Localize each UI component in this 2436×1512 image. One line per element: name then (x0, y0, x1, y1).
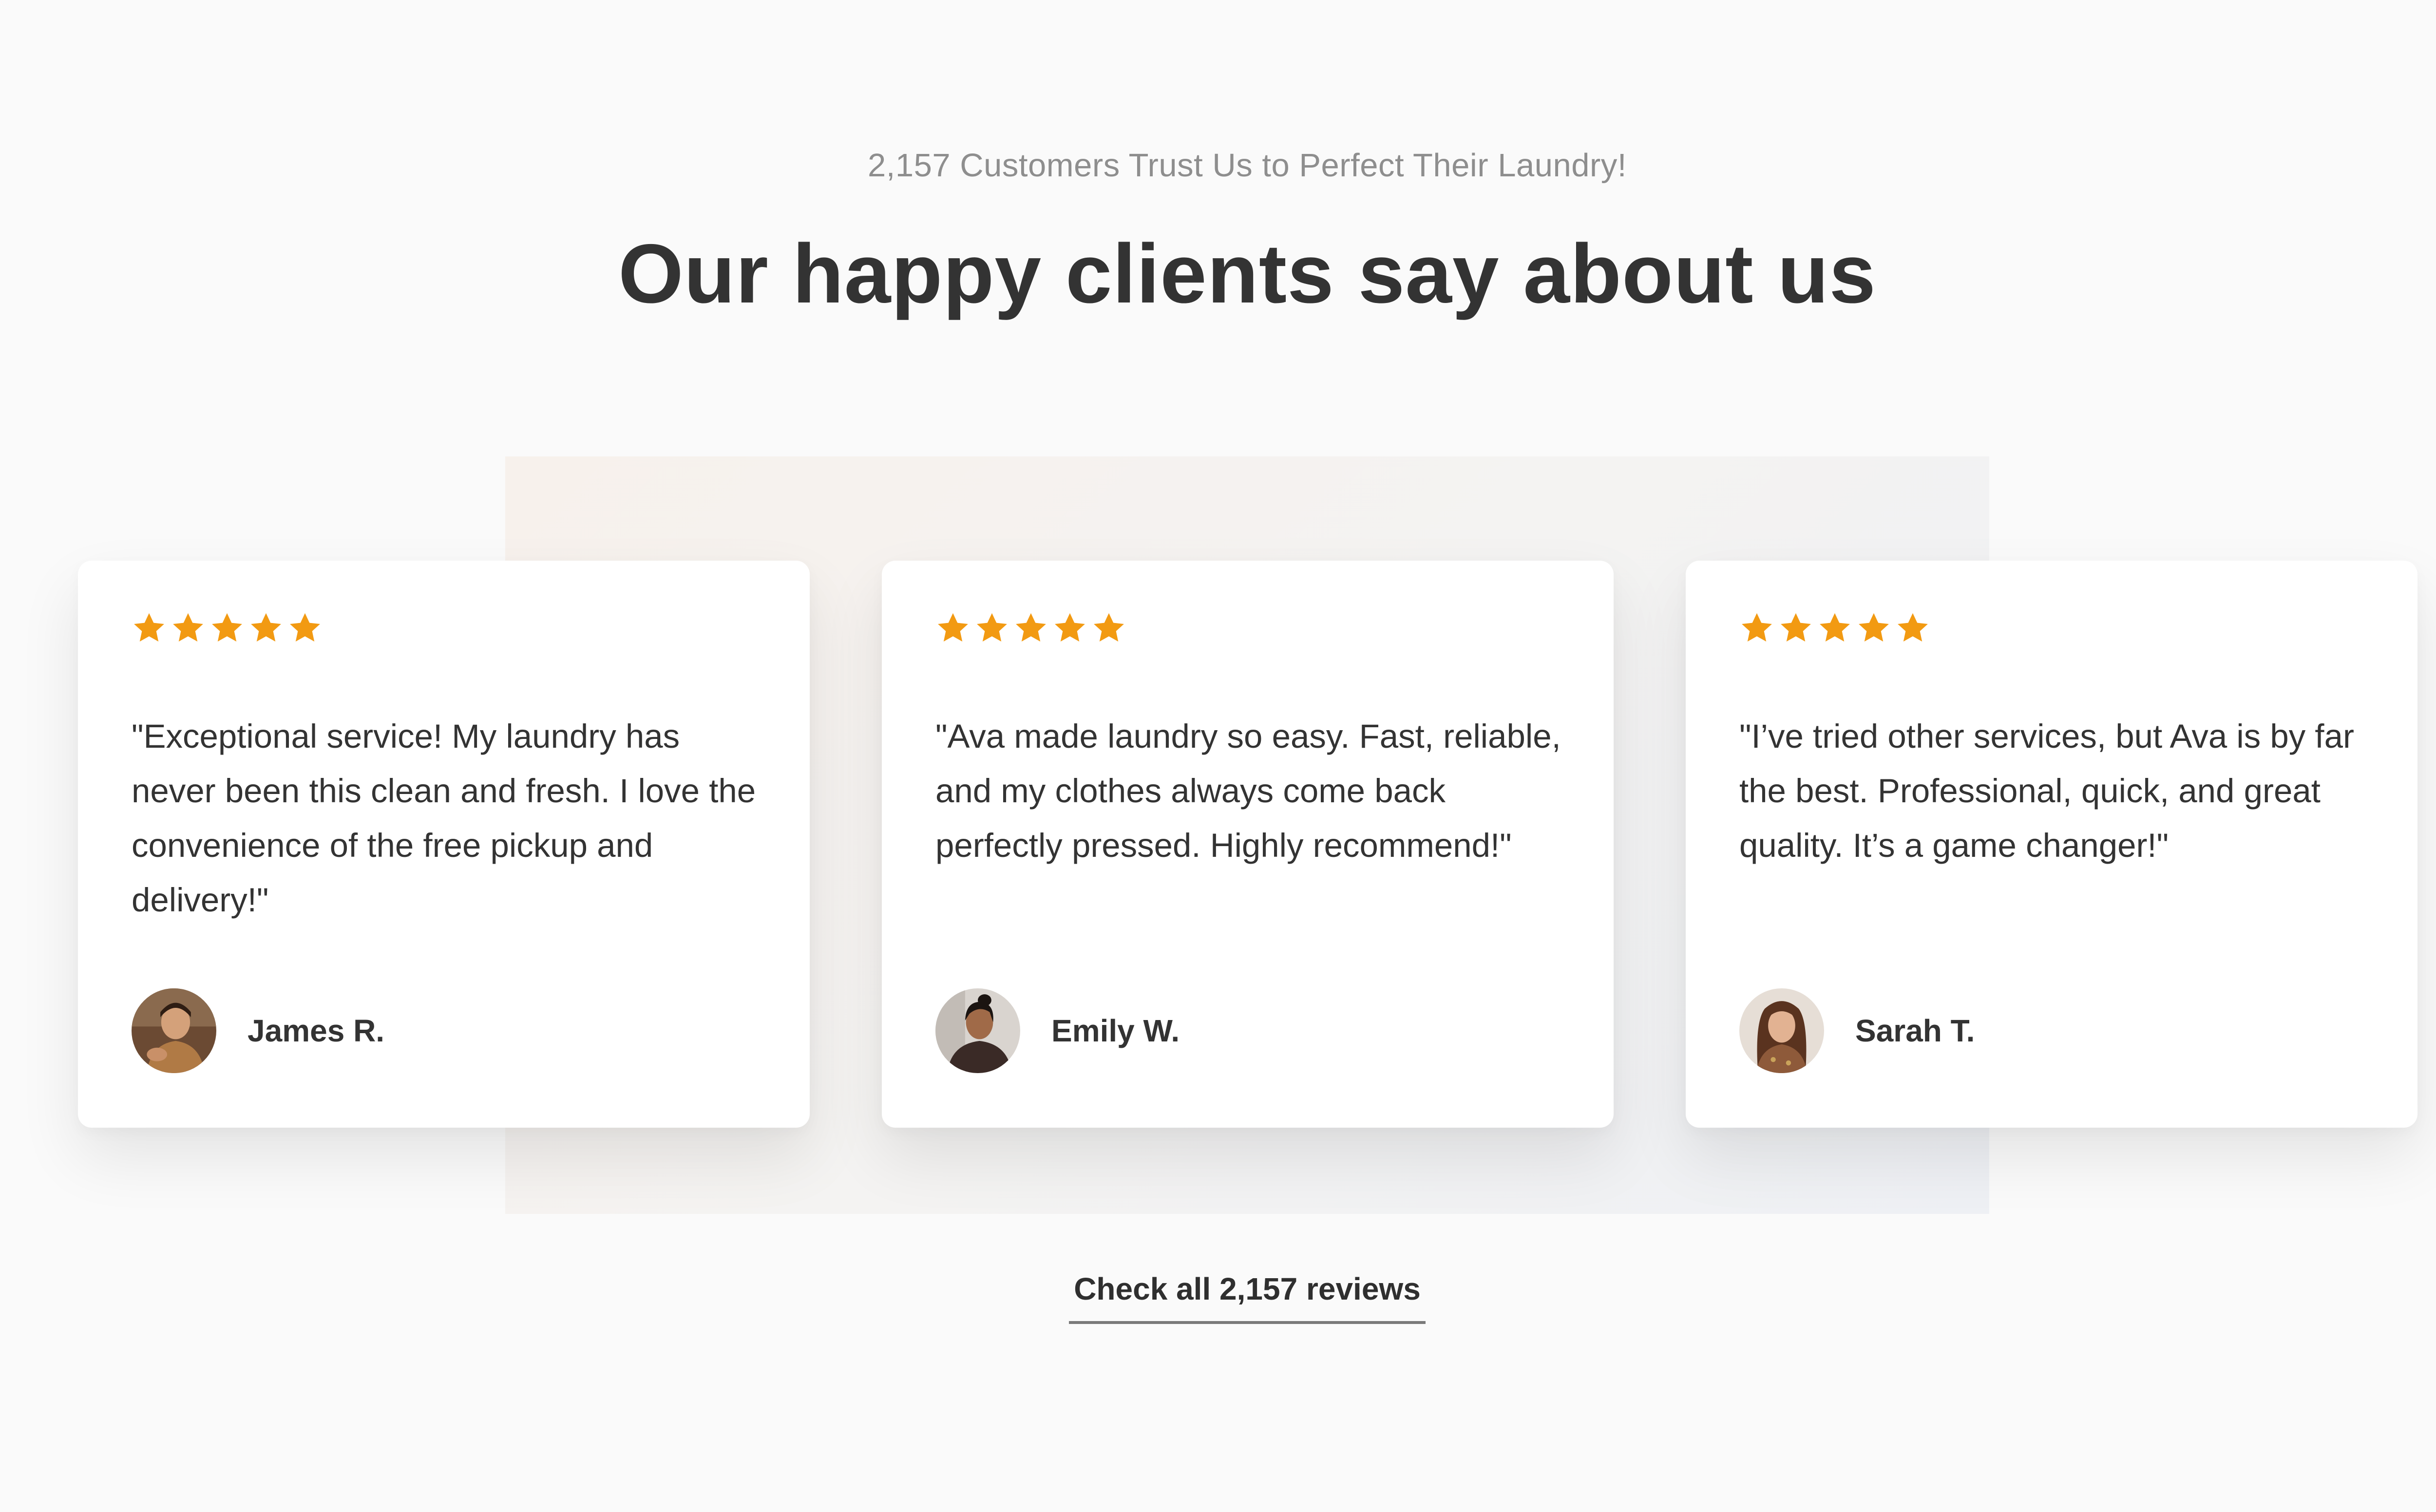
star-rating (935, 611, 1126, 646)
star-icon (935, 611, 971, 646)
testimonial-author: Emily W. (935, 988, 1180, 1074)
testimonial-quote: "I’ve tried other services, but Ava is b… (1739, 718, 2354, 864)
customer-count-tagline: 2,157 Customers Trust Us to Perfect Thei… (868, 147, 1627, 184)
author-name: Sarah T. (1855, 1013, 1975, 1048)
testimonial-author: James R. (132, 988, 384, 1074)
star-icon (1052, 611, 1087, 646)
star-icon (171, 611, 206, 646)
check-all-reviews-link[interactable]: Check all 2,157 reviews (1069, 1268, 1426, 1324)
section-heading: Our happy clients say about us (618, 227, 1876, 321)
avatar (132, 988, 216, 1073)
testimonial-card: "Ava made laundry so easy. Fast, reliabl… (882, 561, 1614, 1128)
testimonials-section: 2,157 Customers Trust Us to Perfect Thei… (0, 0, 2436, 1512)
star-icon (1778, 611, 1813, 646)
avatar (935, 988, 1020, 1073)
star-icon (248, 611, 284, 646)
star-icon (1739, 611, 1774, 646)
testimonial-card: "I’ve tried other services, but Ava is b… (1686, 561, 2417, 1128)
author-name: Emily W. (1051, 1013, 1180, 1048)
author-name: James R. (247, 1013, 385, 1048)
star-icon (1856, 611, 1891, 646)
testimonial-quote: "Ava made laundry so easy. Fast, reliabl… (935, 718, 1561, 864)
star-rating (132, 611, 323, 646)
star-icon (132, 611, 167, 646)
testimonial-quote: "Exceptional service! My laundry has nev… (132, 718, 756, 919)
star-icon (1817, 611, 1852, 646)
star-icon (287, 611, 323, 646)
star-rating (1739, 611, 1930, 646)
testimonial-author: Sarah T. (1739, 988, 1975, 1074)
testimonial-card: "Exceptional service! My laundry has nev… (78, 561, 810, 1128)
star-icon (1895, 611, 1930, 646)
star-icon (209, 611, 245, 646)
star-icon (974, 611, 1009, 646)
star-icon (1091, 611, 1126, 646)
avatar (1739, 988, 1824, 1073)
star-icon (1013, 611, 1048, 646)
